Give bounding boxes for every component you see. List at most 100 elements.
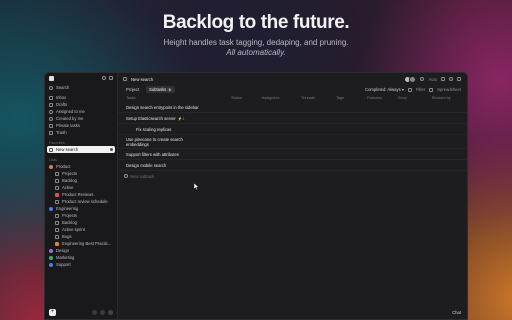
new-subtask-label: New subtask <box>130 173 154 179</box>
user-avatar[interactable] <box>108 310 113 315</box>
sidebar-item-assigned[interactable]: Assigned to me <box>45 108 117 115</box>
lists-heading: Lists <box>49 157 57 162</box>
main-panel: New search Auto Project Subtasks 6 Comple… <box>117 73 467 319</box>
hero-subtitle: Height handles task tagging, dedaping, a… <box>0 38 512 58</box>
filter-button[interactable]: Filter <box>416 87 425 92</box>
favorites-heading: Favorites <box>49 140 65 145</box>
filter-icon <box>407 87 412 92</box>
sidebar-item-inbox[interactable]: Inbox <box>45 94 117 101</box>
hero-subtitle-italic: All automatically. <box>226 48 286 57</box>
sidebar-item-product-backlog[interactable]: Backlog <box>45 177 117 184</box>
sidebar-item-trash[interactable]: Trash <box>45 129 117 136</box>
task-name: Design mobile search <box>126 162 167 168</box>
sidebar-item-label: Bugs <box>62 234 72 239</box>
logo-icon[interactable] <box>49 75 54 81</box>
close-icon[interactable] <box>457 77 461 81</box>
tab-project[interactable]: Project <box>123 86 142 93</box>
column-story[interactable]: Story <box>398 96 407 100</box>
avatars[interactable] <box>404 75 417 83</box>
topbar: New search Auto <box>117 73 467 85</box>
task-name: Design search entrypoint in the sidebar <box>126 104 199 110</box>
table-row[interactable]: Use pinecone to create search embeddings <box>117 135 467 149</box>
sidebar-item-engineering[interactable]: Engineering <box>45 205 117 212</box>
sidebar-item-eng-backlog[interactable]: Backlog <box>45 219 117 226</box>
table-row[interactable]: Setup Elasticsearch server ⚡1 <box>117 113 467 124</box>
column-tags[interactable]: Tags <box>336 96 344 100</box>
sidebar-search[interactable]: Search <box>45 84 117 91</box>
search-list-icon <box>49 147 53 152</box>
sidebar-item-product-projects[interactable]: Projects <box>45 170 117 177</box>
table-row[interactable]: Design mobile search <box>117 160 467 171</box>
column-status[interactable]: Status <box>231 96 242 100</box>
sidebar-item-marketing[interactable]: Marketing <box>45 254 117 261</box>
auto-label[interactable]: Auto <box>428 77 437 82</box>
sidebar-item-private[interactable]: Private tasks <box>45 122 117 129</box>
page-title: New search <box>131 76 154 82</box>
subtask-count-badge: ⚡1 <box>177 116 185 121</box>
sidebar-item-label: Product <box>56 164 71 169</box>
table-row[interactable]: Support filters with attributes <box>117 149 467 160</box>
settings-icon[interactable] <box>102 76 106 80</box>
chat-button[interactable]: Chat <box>452 310 461 315</box>
task-name: Fix scaling replicas <box>136 126 172 132</box>
new-subtask-button[interactable]: New subtask <box>117 171 467 181</box>
sidebar-item-new-search[interactable]: New search <box>47 146 115 153</box>
collapse-sidebar-icon[interactable] <box>109 76 113 80</box>
more-icon[interactable] <box>110 148 113 151</box>
column-assignees[interactable]: Assignees <box>262 96 280 100</box>
table-row[interactable]: Fix scaling replicas <box>117 124 467 135</box>
sidebar-item-eng-projects[interactable]: Projects <box>45 212 117 219</box>
sidebar-item-support[interactable]: Support <box>45 261 117 268</box>
sidebar: Search Inbox Drafts Assigned to me Creat… <box>45 73 118 319</box>
support-icon <box>49 262 53 267</box>
sidebar-item-eng-bugs[interactable]: Bugs <box>45 233 117 240</box>
more-icon[interactable] <box>449 77 453 81</box>
marketing-icon <box>49 255 53 260</box>
auto-icon <box>420 77 425 81</box>
app-window: Search Inbox Drafts Assigned to me Creat… <box>44 72 468 320</box>
column-headers: Tasks Status Assignees Threads Tags Feat… <box>117 94 467 102</box>
sidebar-item-drafts[interactable]: Drafts <box>45 101 117 108</box>
spreadsheet-button[interactable]: Spreadsheet <box>437 87 461 92</box>
sidebar-item-created[interactable]: Created by me <box>45 115 117 122</box>
table-row[interactable]: Design search entrypoint in the sidebar <box>117 102 467 113</box>
sidebar-item-product[interactable]: Product <box>45 163 117 170</box>
sidebar-item-eng-active-sprint[interactable]: Active sprint <box>45 226 117 233</box>
help-icon[interactable] <box>92 310 97 315</box>
column-threads[interactable]: Threads <box>301 96 315 100</box>
share-icon[interactable] <box>441 77 445 81</box>
avatar <box>409 75 417 83</box>
column-blocked-by[interactable]: Blocked by <box>432 96 451 100</box>
new-task-button[interactable]: + <box>49 309 56 316</box>
active-icon <box>55 185 59 190</box>
user-icon <box>49 109 53 114</box>
completed-filter[interactable]: Completed: Always ▾ <box>365 87 404 92</box>
sidebar-item-product-active[interactable]: Active <box>45 184 117 191</box>
mouse-cursor-icon <box>194 183 199 190</box>
list-icon <box>123 77 127 81</box>
task-name: Support filters with attributes <box>126 151 179 157</box>
folder-icon <box>55 171 59 176</box>
sidebar-item-label: Engineering Best Practic... <box>62 241 112 246</box>
sprint-icon <box>55 227 59 232</box>
sidebar-item-product-review-schedule[interactable]: Product review schedule <box>45 198 117 205</box>
sidebar-footer: + <box>49 309 113 316</box>
lock-icon <box>49 123 53 128</box>
sidebar-item-eng-best-practices[interactable]: Engineering Best Practic... <box>45 240 117 247</box>
notifications-icon[interactable] <box>100 310 105 315</box>
sidebar-item-label: Product Reviews <box>62 192 94 197</box>
task-list: Design search entrypoint in the sidebar … <box>117 102 467 181</box>
plus-icon <box>124 174 128 178</box>
sidebar-item-label: Active sprint <box>62 227 85 232</box>
task-name: Use pinecone to create search embeddings <box>126 137 183 147</box>
inbox-icon <box>49 95 53 100</box>
backlog-icon <box>55 220 59 225</box>
sidebar-item-product-reviews[interactable]: Product Reviews <box>45 191 117 198</box>
column-features[interactable]: Features <box>367 96 382 100</box>
sidebar-item-label: Projects <box>62 171 78 176</box>
tab-subtasks[interactable]: Subtasks 6 <box>146 86 176 93</box>
backlog-icon <box>55 178 59 183</box>
sidebar-header <box>45 73 117 83</box>
sidebar-item-design[interactable]: Design <box>45 247 117 254</box>
column-tasks[interactable]: Tasks <box>126 96 136 100</box>
